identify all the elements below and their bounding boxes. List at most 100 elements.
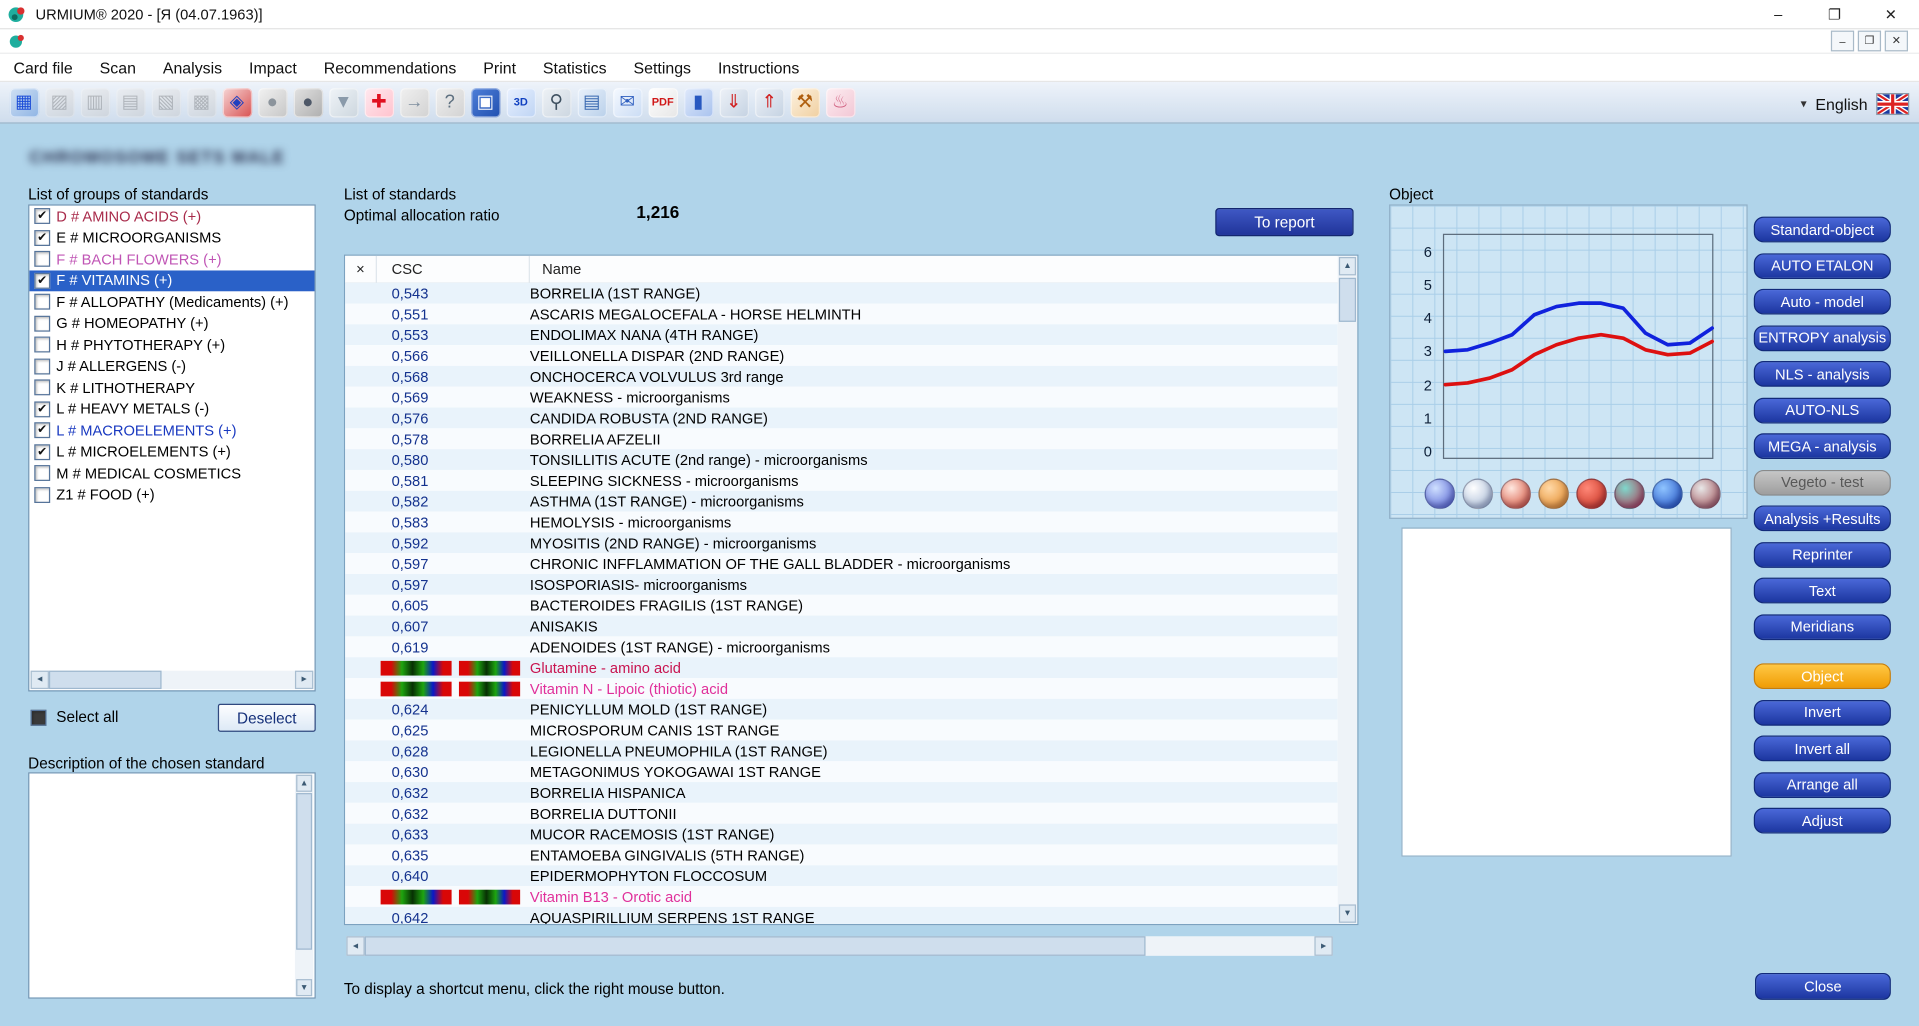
column-header-x[interactable]: ×: [345, 256, 377, 283]
group-item-k-lithotherapy[interactable]: K # LITHOTHERAPY: [29, 377, 314, 398]
table-vertical-scrollbar[interactable]: ▲ ▼: [1338, 256, 1358, 924]
pdf-icon[interactable]: PDF: [646, 85, 680, 119]
organs-icon[interactable]: [1500, 479, 1531, 510]
group-checkbox[interactable]: [34, 358, 50, 374]
standards-row[interactable]: 0,619ADENOIDES (1ST RANGE) - microorgani…: [345, 636, 1338, 657]
standards-row[interactable]: 0,582ASTHMA (1ST RANGE) - microorganisms: [345, 491, 1338, 512]
invert-button[interactable]: Invert: [1754, 699, 1891, 725]
menu-item-scan[interactable]: Scan: [86, 54, 149, 80]
standards-row[interactable]: 0,580TONSILLITIS ACUTE (2nd range) - mic…: [345, 449, 1338, 470]
scroll-left-icon[interactable]: ◄: [346, 936, 364, 956]
group-checkbox[interactable]: ✔: [34, 273, 50, 289]
description-scrollbar[interactable]: ▲ ▼: [295, 775, 313, 997]
object-button[interactable]: Object: [1754, 663, 1891, 689]
standards-row[interactable]: 0,578BORRELIA AFZELII: [345, 428, 1338, 449]
monitor-analysis-icon[interactable]: ▣: [468, 85, 502, 119]
standard-object-button[interactable]: Standard-object: [1754, 217, 1891, 243]
menu-item-impact[interactable]: Impact: [236, 54, 311, 80]
standards-row[interactable]: 0,543BORRELIA (1ST RANGE): [345, 283, 1338, 304]
text-button[interactable]: Text: [1754, 578, 1891, 604]
standards-row[interactable]: 0,566VEILLONELLA DISPAR (2ND RANGE): [345, 345, 1338, 366]
scroll-down-icon[interactable]: ▼: [296, 979, 312, 996]
scroll-thumb[interactable]: [1339, 278, 1356, 322]
standards-row[interactable]: Glutamine - amino acid: [345, 657, 1338, 678]
group-checkbox[interactable]: ✔: [34, 208, 50, 224]
group-item-d-amino-acids[interactable]: ✔D # AMINO ACIDS (+): [29, 206, 314, 227]
menu-item-card-file[interactable]: Card file: [0, 54, 86, 80]
groups-listbox[interactable]: ✔D # AMINO ACIDS (+)✔E # MICROORGANISMS F…: [28, 204, 316, 691]
group-checkbox[interactable]: [34, 337, 50, 353]
meridians-button[interactable]: Meridians: [1754, 614, 1891, 640]
group-item-g-homeopathy[interactable]: G # HOMEOPATHY (+): [29, 313, 314, 334]
standards-row[interactable]: 0,630METAGONIMUS YOKOGAWAI 1ST RANGE: [345, 761, 1338, 782]
group-item-z1-food[interactable]: Z1 # FOOD (+): [29, 484, 314, 505]
group-checkbox[interactable]: [34, 251, 50, 267]
sphere-icon[interactable]: ●: [255, 85, 289, 119]
forward-arrow-icon[interactable]: →: [397, 85, 431, 119]
groups-horizontal-scrollbar[interactable]: ◄ ►: [31, 671, 314, 689]
table-horizontal-scrollbar[interactable]: ◄ ►: [346, 936, 1332, 956]
entropy-analysis-button[interactable]: ENTROPY analysis: [1754, 325, 1891, 351]
cells-icon[interactable]: [1576, 479, 1607, 510]
group-item-h-phytotherapy[interactable]: H # PHYTOTHERAPY (+): [29, 334, 314, 355]
auto-model-button[interactable]: Auto - model: [1754, 289, 1891, 315]
nls-analysis-button[interactable]: NLS - analysis: [1754, 361, 1891, 387]
standards-row[interactable]: Vitamin B13 - Orotic acid: [345, 886, 1338, 907]
group-item-e-microorganisms[interactable]: ✔E # MICROORGANISMS: [29, 227, 314, 248]
standards-row[interactable]: 0,597CHRONIC INFFLAMMATION OF THE GALL B…: [345, 553, 1338, 574]
language-selector[interactable]: ▾ English: [1801, 93, 1910, 115]
standards-row[interactable]: 0,635ENTAMOEBA GINGIVALIS (5TH RANGE): [345, 844, 1338, 865]
menu-item-statistics[interactable]: Statistics: [529, 54, 620, 80]
invert-all-button[interactable]: Invert all: [1754, 736, 1891, 762]
search-icon[interactable]: ⚲: [539, 85, 573, 119]
sun-icon[interactable]: [1538, 479, 1569, 510]
standards-row[interactable]: 0,607ANISAKIS: [345, 616, 1338, 637]
group-item-l-microelements[interactable]: ✔L # MICROELEMENTS (+): [29, 441, 314, 462]
adjust-button[interactable]: Adjust: [1754, 808, 1891, 834]
group-item-f-vitamins[interactable]: ✔F # VITAMINS (+): [29, 270, 314, 291]
standards-row[interactable]: 0,583HEMOLYSIS - microorganisms: [345, 512, 1338, 533]
group-item-j-allergens[interactable]: J # ALLERGENS (-): [29, 356, 314, 377]
droplet-icon[interactable]: [1652, 479, 1683, 510]
arrange-all-button[interactable]: Arrange all: [1754, 772, 1891, 798]
mail-icon[interactable]: ✉: [610, 85, 644, 119]
sphere-dark-icon[interactable]: ●: [291, 85, 325, 119]
group-checkbox[interactable]: ✔: [34, 401, 50, 417]
print-export-icon[interactable]: ▤: [575, 85, 609, 119]
close-button[interactable]: Close: [1755, 973, 1891, 1000]
standards-row[interactable]: 0,592MYOSITIS (2ND RANGE) - microorganis…: [345, 532, 1338, 553]
help-service-icon[interactable]: ?: [433, 85, 467, 119]
standards-row[interactable]: Vitamin N - Lipoic (thiotic) acid: [345, 678, 1338, 699]
planet-icon[interactable]: [1425, 479, 1456, 510]
mdi-close-button[interactable]: ✕: [1885, 31, 1908, 52]
standards-row[interactable]: 0,640EPIDERMOPHYTON FLOCCOSUM: [345, 865, 1338, 886]
menu-item-recommendations[interactable]: Recommendations: [310, 54, 470, 80]
standards-row[interactable]: 0,576CANDIDA ROBUSTA (2ND RANGE): [345, 408, 1338, 429]
group-checkbox[interactable]: [34, 380, 50, 396]
scroll-up-icon[interactable]: ▲: [296, 775, 312, 792]
group-item-l-macroelements[interactable]: ✔L # MACROELEMENTS (+): [29, 420, 314, 441]
drop-icon[interactable]: ▼: [326, 85, 360, 119]
menu-item-settings[interactable]: Settings: [620, 54, 704, 80]
standards-row[interactable]: 0,632BORRELIA DUTTONII: [345, 803, 1338, 824]
close-window-button[interactable]: ✕: [1863, 0, 1919, 28]
scroll-thumb[interactable]: [296, 793, 312, 950]
group-checkbox[interactable]: ✔: [34, 423, 50, 439]
first-aid-icon[interactable]: ✚: [362, 85, 396, 119]
mdi-minimize-button[interactable]: –: [1831, 31, 1854, 52]
menu-item-analysis[interactable]: Analysis: [149, 54, 235, 80]
standards-row[interactable]: 0,553ENDOLIMAX NANA (4TH RANGE): [345, 324, 1338, 345]
mega-analysis-button[interactable]: MEGA - analysis: [1754, 433, 1891, 459]
column-header-name[interactable]: Name: [530, 256, 1338, 283]
object-results-box[interactable]: [1401, 527, 1731, 856]
microbe-icon[interactable]: [1690, 479, 1721, 510]
group-checkbox[interactable]: ✔: [34, 444, 50, 460]
scroll-right-icon[interactable]: ►: [295, 671, 313, 689]
to-report-button[interactable]: To report: [1215, 208, 1353, 236]
group-item-f-allopathy-medicaments[interactable]: F # ALLOPATHY (Medicaments) (+): [29, 291, 314, 312]
group-item-m-medical-cosmetics[interactable]: M # MEDICAL COSMETICS: [29, 463, 314, 484]
load-card-icon[interactable]: ⇓: [717, 85, 751, 119]
book-icon[interactable]: ▮: [681, 85, 715, 119]
scroll-down-icon[interactable]: ▼: [1339, 904, 1356, 922]
body-icon[interactable]: [1463, 479, 1494, 510]
